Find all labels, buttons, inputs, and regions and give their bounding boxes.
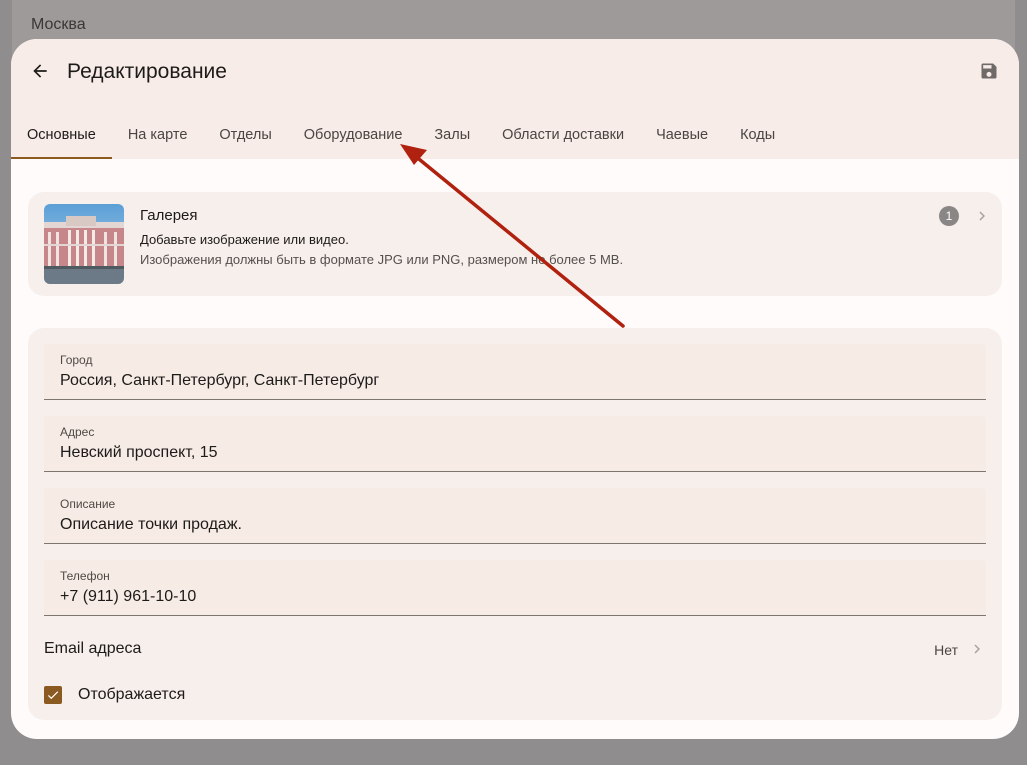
visible-checkbox-row[interactable]: Отображается [44,680,185,710]
description-value: Описание точки продаж. [60,516,242,533]
phone-value: +7 (911) 961-10-10 [60,588,197,605]
city-value: Россия, Санкт-Петербург, Санкт-Петербург [60,372,380,389]
save-button[interactable] [977,59,1001,83]
checkmark-icon [47,691,59,700]
save-icon [981,63,997,79]
tab-codes[interactable]: Коды [724,110,791,159]
background-title: Москва [31,16,86,33]
tab-main[interactable]: Основные [11,110,112,159]
gallery-title: Галерея [140,207,198,224]
gallery-thumbnail [44,204,124,284]
chevron-right-icon [974,644,980,654]
city-label: Город [60,353,93,367]
description-field[interactable]: Описание Описание точки продаж. [44,488,986,544]
chevron-right-icon [979,211,985,221]
details-form: Город Россия, Санкт-Петербург, Санкт-Пет… [28,328,1002,720]
visible-checkbox[interactable] [44,686,62,704]
city-field[interactable]: Город Россия, Санкт-Петербург, Санкт-Пет… [44,344,986,400]
tab-tips[interactable]: Чаевые [640,110,724,159]
address-field[interactable]: Адрес Невский проспект, 15 [44,416,986,472]
page-title: Редактирование [67,60,227,83]
phone-field[interactable]: Телефон +7 (911) 961-10-10 [44,560,986,616]
gallery-hint: Изображения должны быть в формате JPG ил… [140,252,624,267]
visible-label: Отображается [78,686,186,703]
tab-departments[interactable]: Отделы [203,110,287,159]
tab-bar: Основные На карте Отделы Оборудование За… [11,110,791,159]
gallery-card[interactable]: Галерея Добавьте изображение или видео. … [28,192,1002,296]
address-label: Адрес [60,425,95,439]
tab-halls[interactable]: Залы [418,110,486,159]
gallery-count-badge: 1 [939,206,959,226]
arrow-back-icon [33,64,47,78]
email-value: Нет [934,642,958,658]
email-label: Email адреса [44,640,142,657]
tab-delivery-areas[interactable]: Области доставки [486,110,640,159]
gallery-subtitle: Добавьте изображение или видео. [140,232,349,247]
phone-label: Телефон [60,569,110,583]
tab-equipment[interactable]: Оборудование [288,110,419,159]
description-label: Описание [60,497,116,511]
back-button[interactable] [26,57,54,85]
email-addresses-row[interactable]: Email адреса Нет [44,628,986,668]
dialog-header: Редактирование Основные На карте Отделы … [11,39,1019,159]
tab-map[interactable]: На карте [112,110,204,159]
address-value: Невский проспект, 15 [60,444,218,461]
edit-dialog: Редактирование Основные На карте Отделы … [11,39,1019,739]
